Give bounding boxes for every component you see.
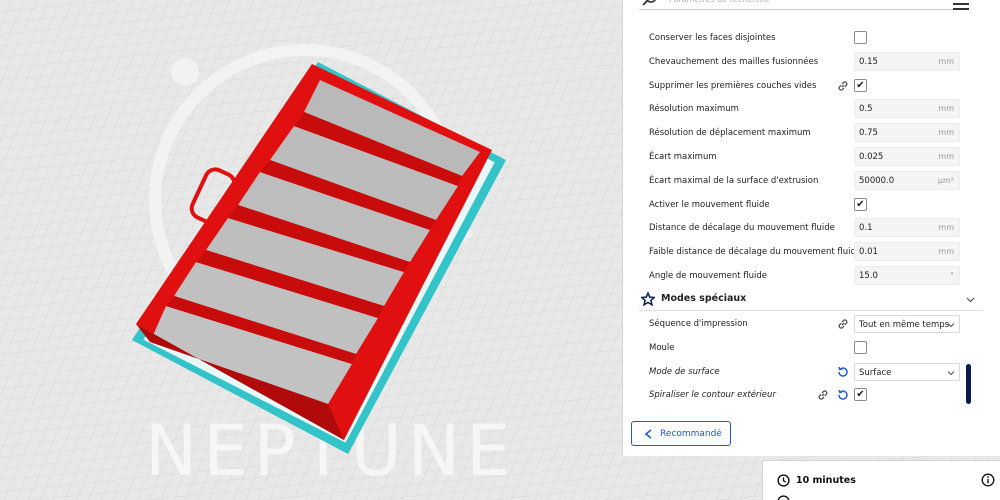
setting-value: 0.01 [859, 247, 878, 258]
setting-row-faible-distance-de-decalage-du-mouvement-fluide: Faible distance de décalage du mouvement… [649, 240, 983, 264]
setting-dropdown[interactable]: Surface [854, 362, 960, 381]
setting-value: 0.1 [859, 223, 873, 234]
setting-label: Activer le mouvement fluide [649, 199, 770, 210]
setting-row-spiraliser-le-contour-exterieur: Spiraliser le contour extérieur ✔ [649, 383, 983, 407]
chevron-down-icon [966, 297, 975, 303]
chevron-left-icon [644, 429, 652, 439]
clock-icon [777, 474, 790, 487]
print-time: 10 minutes [796, 475, 856, 486]
setting-dropdown[interactable]: Tout en même temps [854, 315, 960, 333]
link-icon[interactable] [816, 388, 830, 402]
setting-label: Faible distance de décalage du mouvement… [649, 247, 862, 258]
setting-value: 0.025 [859, 152, 884, 162]
setting-label: Mode de surface [649, 366, 720, 377]
hamburger-icon-line [953, 8, 969, 10]
setting-row-activer-le-mouvement-fluide: Activer le mouvement fluide ✔ [649, 193, 983, 217]
setting-unit: mm [938, 128, 954, 138]
setting-value-field[interactable]: 0.5 mm [854, 99, 960, 119]
setting-label: Distance de décalage du mouvement fluide [649, 223, 835, 234]
setting-checkbox[interactable]: ✔ [854, 78, 867, 92]
settings-panel: Conserver les faces disjointes Chevauchem… [622, 0, 1000, 456]
setting-unit: mm [938, 104, 954, 114]
setting-value-field[interactable]: 0.1 mm [854, 218, 960, 238]
setting-row-distance-de-decalage-du-mouvement-fluide: Distance de décalage du mouvement fluide… [649, 216, 983, 240]
dropdown-value: Surface [859, 367, 892, 378]
info-icon[interactable] [981, 473, 995, 487]
setting-checkbox[interactable] [854, 340, 867, 354]
dropdown-value: Tout en même temps [859, 320, 950, 330]
setting-row-angle-de-mouvement-fluide: Angle de mouvement fluide 15.0 ° [649, 264, 983, 288]
setting-label: Séquence d'impression [649, 319, 748, 329]
setting-checkbox[interactable]: ✔ [854, 197, 867, 211]
search-input[interactable] [669, 0, 949, 6]
setting-label: Moule [649, 342, 675, 353]
setting-row-supprimer-les-premieres-couches-vides: Supprimer les premières couches vides ✔ [649, 74, 983, 98]
search-icon [642, 0, 656, 6]
search-box [639, 0, 961, 10]
recommended-button-label: Recommandé [660, 429, 722, 439]
category-special-modes[interactable]: Modes spéciaux [639, 287, 983, 311]
setting-value: 0.5 [859, 104, 873, 115]
setting-label: Chevauchement des mailles fusionnées [649, 56, 819, 67]
setting-label: Angle de mouvement fluide [649, 271, 768, 281]
category-title: Modes spéciaux [661, 293, 747, 304]
setting-label: Écart maximal de la surface d'extrusion [649, 175, 819, 186]
setting-label: Écart maximum [649, 152, 717, 162]
search-row [623, 0, 1000, 14]
print-info-panel: 10 minutes [762, 460, 1000, 500]
setting-value: 0.15 [859, 56, 878, 67]
setting-value: 15.0 [859, 271, 878, 281]
setting-unit: ° [950, 271, 954, 280]
reset-icon[interactable] [836, 365, 850, 379]
setting-value-field[interactable]: 0.75 mm [854, 123, 960, 143]
setting-row-conserver-les-faces-disjointes: Conserver les faces disjointes [649, 26, 983, 50]
setting-row-moule: Moule [649, 336, 983, 360]
link-icon[interactable] [836, 317, 850, 331]
setting-label: Conserver les faces disjointes [649, 33, 776, 43]
setting-label: Spiraliser le contour extérieur [649, 390, 776, 401]
setting-unit: mm [938, 152, 954, 161]
setting-unit: mm [938, 223, 954, 233]
setting-value-field[interactable]: 15.0 ° [854, 266, 960, 285]
setting-row-mode-de-surface: Mode de surface Surface [649, 360, 983, 384]
setting-value: 0.75 [859, 128, 878, 139]
setting-value-field[interactable]: 0.15 mm [854, 51, 960, 71]
setting-row-chevauchement-des-mailles-fusionnees: Chevauchement des mailles fusionnées 0.15… [649, 50, 983, 74]
star-icon [641, 292, 655, 306]
setting-checkbox[interactable]: ✔ [854, 388, 867, 402]
recommended-button[interactable]: Recommandé [631, 421, 731, 446]
setting-label: Supprimer les premières couches vides [649, 80, 817, 91]
setting-value-field[interactable]: 50000.0 μm² [854, 170, 960, 190]
menu-button[interactable] [953, 0, 969, 12]
setting-unit: mm [938, 56, 954, 66]
link-icon[interactable] [836, 79, 850, 93]
setting-label: Résolution maximum [649, 104, 739, 115]
setting-unit: μm² [937, 175, 954, 185]
setting-label: Résolution de déplacement maximum [649, 128, 811, 139]
setting-value: 50000.0 [859, 175, 895, 186]
setting-row-resolution-de-deplacement-maximum: Résolution de déplacement maximum 0.75 mm [649, 121, 983, 145]
scrollbar-thumb[interactable] [966, 364, 971, 404]
setting-value-field[interactable]: 0.025 mm [854, 147, 960, 166]
hamburger-icon-line [953, 3, 969, 5]
setting-value-field[interactable]: 0.01 mm [854, 242, 960, 262]
chevron-down-icon [947, 369, 955, 377]
setting-unit: mm [938, 247, 954, 257]
setting-row-ecart-maximal-de-la-surface-d-extrusion: Écart maximal de la surface d'extrusion 5… [649, 169, 983, 193]
chevron-down-icon [947, 321, 955, 329]
setting-row-sequence-d-impression: Séquence d'impression Tout en même temps [649, 312, 983, 336]
setting-checkbox[interactable] [854, 31, 867, 44]
reset-icon[interactable] [836, 388, 850, 402]
setting-row-resolution-maximum: Résolution maximum 0.5 mm [649, 97, 983, 121]
setting-row-ecart-maximum: Écart maximum 0.025 mm [649, 145, 983, 169]
clock-icon [777, 495, 790, 500]
